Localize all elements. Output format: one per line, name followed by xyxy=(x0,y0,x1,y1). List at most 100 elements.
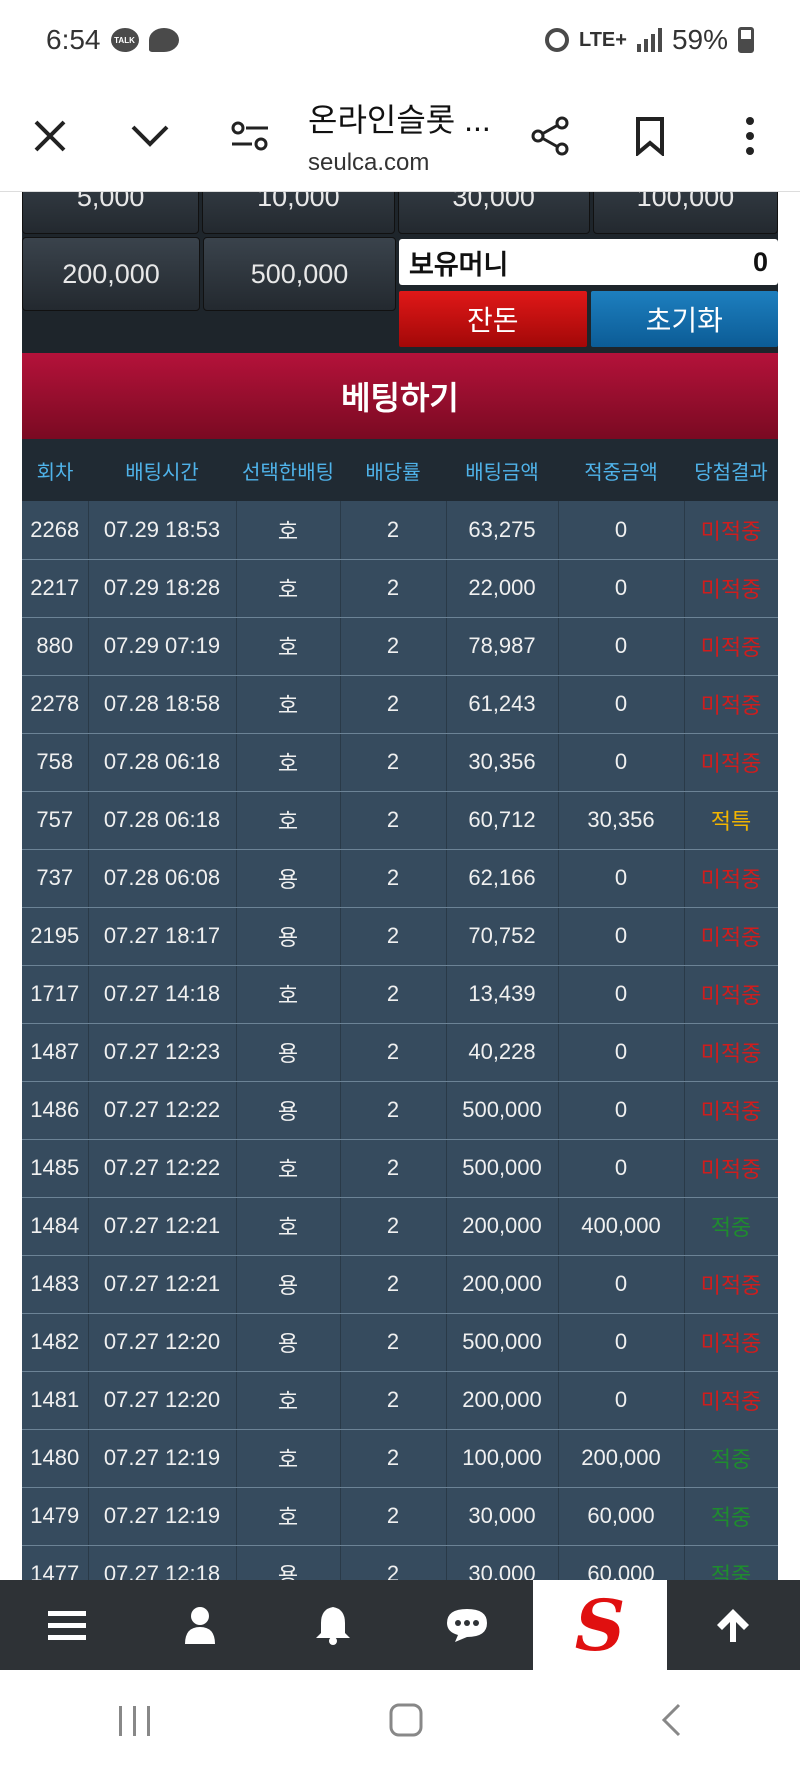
table-row: 758 07.28 06:18 호 2 30,356 0 미적중 xyxy=(22,733,778,792)
column-header: 당첨결과 xyxy=(684,439,778,501)
result-cell: 미적중 xyxy=(684,1313,778,1372)
win-amount-cell: 0 xyxy=(558,733,685,792)
round-cell: 1482 xyxy=(22,1313,89,1372)
round-cell: 2268 xyxy=(22,501,89,560)
chip-button[interactable]: 30,000 xyxy=(397,192,590,234)
network-label: LTE+ xyxy=(578,28,627,51)
site-logo[interactable]: S xyxy=(533,1580,667,1670)
more-options-icon[interactable] xyxy=(700,86,800,186)
result-cell: 미적중 xyxy=(684,849,778,908)
reset-button[interactable]: 초기화 xyxy=(590,291,778,347)
round-cell: 1487 xyxy=(22,1023,89,1082)
bet-time-cell: 07.27 12:18 xyxy=(88,1545,237,1580)
odds-cell: 2 xyxy=(340,675,447,734)
chat-icon[interactable] xyxy=(400,1580,533,1670)
table-row: 1479 07.27 12:19 호 2 30,000 60,000 적중 xyxy=(22,1487,778,1546)
round-cell: 2278 xyxy=(22,675,89,734)
user-icon[interactable] xyxy=(133,1580,266,1670)
chip-button[interactable]: 5,000 xyxy=(22,192,200,234)
round-cell: 2195 xyxy=(22,907,89,966)
holding-money-box: 보유머니 0 xyxy=(399,239,778,285)
pick-cell: 용 xyxy=(236,849,341,908)
win-amount-cell: 0 xyxy=(558,559,685,618)
table-row: 1487 07.27 12:23 용 2 40,228 0 미적중 xyxy=(22,1023,778,1082)
table-row: 1717 07.27 14:18 호 2 13,439 0 미적중 xyxy=(22,965,778,1024)
table-row: 1486 07.27 12:22 용 2 500,000 0 미적중 xyxy=(22,1081,778,1140)
round-cell: 1717 xyxy=(22,965,89,1024)
bet-amount-cell: 60,712 xyxy=(446,791,559,850)
result-cell: 미적중 xyxy=(684,675,778,734)
place-bet-button[interactable]: 베팅하기 xyxy=(22,353,778,439)
bet-time-cell: 07.27 12:23 xyxy=(88,1023,237,1082)
chip-button[interactable]: 100,000 xyxy=(592,192,778,234)
status-bar: 6:54 TALK LTE+ 59% xyxy=(0,0,800,80)
close-icon[interactable] xyxy=(0,86,100,186)
pick-cell: 호 xyxy=(236,1197,341,1256)
site-settings-icon[interactable] xyxy=(200,86,300,186)
round-cell: 880 xyxy=(22,617,89,676)
pick-cell: 호 xyxy=(236,791,341,850)
win-amount-cell: 60,000 xyxy=(558,1487,685,1546)
system-nav-bar xyxy=(0,1670,800,1778)
pick-cell: 용 xyxy=(236,1255,341,1314)
chip-button[interactable]: 200,000 xyxy=(22,237,200,311)
bet-time-cell: 07.27 14:18 xyxy=(88,965,237,1024)
change-button[interactable]: 잔돈 xyxy=(399,291,587,347)
odds-cell: 2 xyxy=(340,1023,447,1082)
chevron-down-icon[interactable] xyxy=(100,86,200,186)
chip-row-top: 5,000 10,000 30,000 100,000 xyxy=(22,192,778,234)
pick-cell: 호 xyxy=(236,501,341,560)
win-amount-cell: 0 xyxy=(558,617,685,676)
win-amount-cell: 0 xyxy=(558,675,685,734)
table-row: 1482 07.27 12:20 용 2 500,000 0 미적중 xyxy=(22,1313,778,1372)
status-time: 6:54 xyxy=(46,24,101,55)
table-row: 880 07.29 07:19 호 2 78,987 0 미적중 xyxy=(22,617,778,676)
pick-cell: 용 xyxy=(236,1545,341,1580)
battery-percent: 59% xyxy=(671,24,728,55)
bookmark-icon[interactable] xyxy=(600,86,700,186)
result-cell: 미적중 xyxy=(684,617,778,676)
chip-button[interactable]: 10,000 xyxy=(202,192,395,234)
odds-cell: 2 xyxy=(340,849,447,908)
round-cell: 1486 xyxy=(22,1081,89,1140)
arrow-up-icon[interactable] xyxy=(667,1580,800,1670)
column-header: 배팅시간 xyxy=(88,439,236,501)
share-icon[interactable] xyxy=(500,86,600,186)
round-cell: 1480 xyxy=(22,1429,89,1488)
table-row: 1484 07.27 12:21 호 2 200,000 400,000 적중 xyxy=(22,1197,778,1256)
result-cell: 미적중 xyxy=(684,1081,778,1140)
pick-cell: 호 xyxy=(236,1487,341,1546)
pick-cell: 호 xyxy=(236,1429,341,1488)
odds-cell: 2 xyxy=(340,1487,447,1546)
status-left: 6:54 TALK xyxy=(46,24,179,56)
odds-cell: 2 xyxy=(340,559,447,618)
odds-cell: 2 xyxy=(340,733,447,792)
betting-history-table: 회차 배팅시간 선택한배팅 배당률 배팅금액 적중금액 당첨결과 2268 07.… xyxy=(22,439,778,1580)
odds-cell: 2 xyxy=(340,1255,447,1314)
menu-icon[interactable] xyxy=(0,1580,133,1670)
odds-cell: 2 xyxy=(340,907,447,966)
win-amount-cell: 0 xyxy=(558,1313,685,1372)
win-amount-cell: 0 xyxy=(558,501,685,560)
bet-amount-cell: 40,228 xyxy=(446,1023,559,1082)
home-icon[interactable] xyxy=(388,1699,424,1749)
win-amount-cell: 0 xyxy=(558,1081,685,1140)
result-cell: 미적중 xyxy=(684,1139,778,1198)
result-cell: 적중 xyxy=(684,1545,778,1580)
result-cell: 적특 xyxy=(684,791,778,850)
win-amount-cell: 0 xyxy=(558,1255,685,1314)
bell-icon[interactable] xyxy=(267,1580,400,1670)
back-icon[interactable] xyxy=(659,1699,683,1749)
recent-apps-icon[interactable] xyxy=(117,1699,153,1749)
bet-time-cell: 07.27 12:21 xyxy=(88,1197,237,1256)
table-row: 1477 07.27 12:18 용 2 30,000 60,000 적중 xyxy=(22,1545,778,1580)
chip-button[interactable]: 500,000 xyxy=(203,237,396,311)
address-bar[interactable]: 온라인슬롯 ... seulca.com xyxy=(300,95,500,177)
bet-amount-cell: 63,275 xyxy=(446,501,559,560)
win-amount-cell: 0 xyxy=(558,1371,685,1430)
bet-time-cell: 07.28 18:58 xyxy=(88,675,237,734)
bet-time-cell: 07.29 18:28 xyxy=(88,559,237,618)
bet-time-cell: 07.27 12:22 xyxy=(88,1139,237,1198)
round-cell: 1479 xyxy=(22,1487,89,1546)
round-cell: 1484 xyxy=(22,1197,89,1256)
